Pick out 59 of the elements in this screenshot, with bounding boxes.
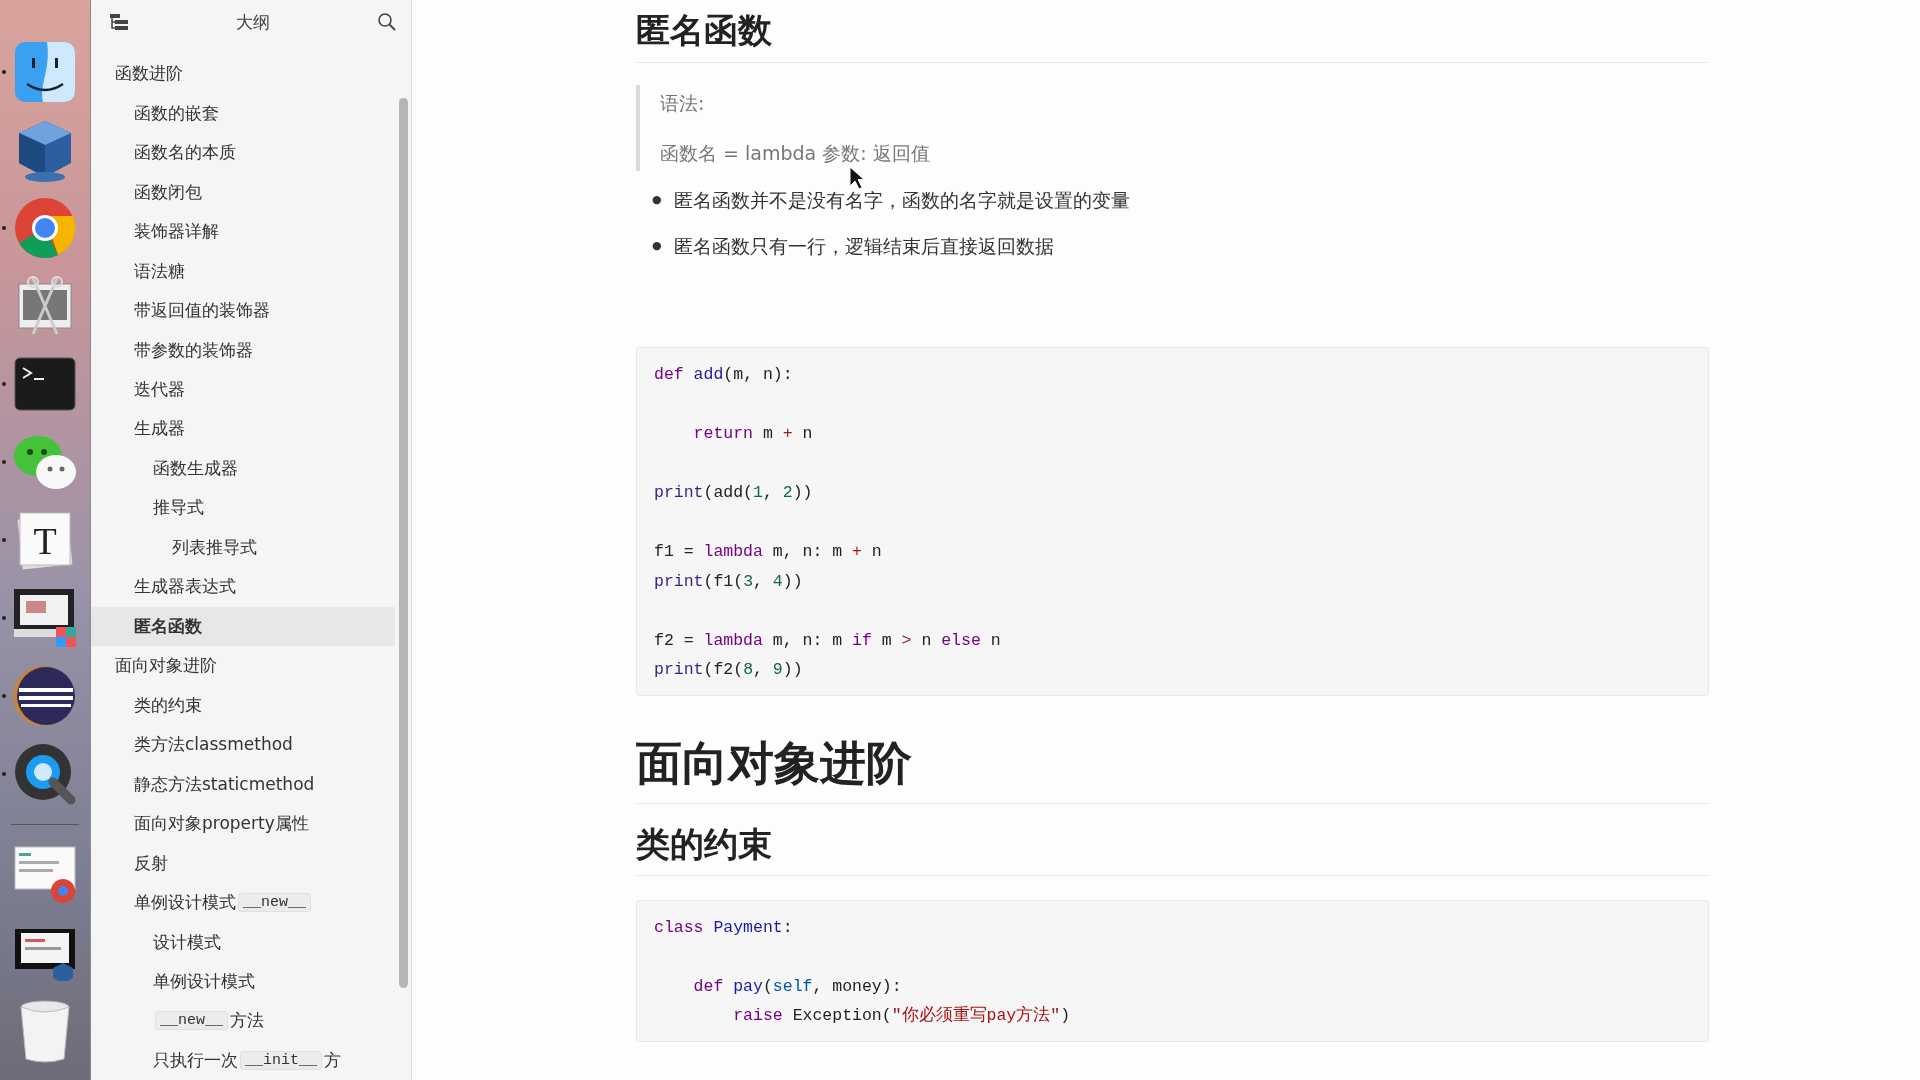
outline-item[interactable]: 类的约束 (91, 685, 395, 725)
outline-item[interactable]: 带参数的装饰器 (91, 330, 395, 370)
outline-item[interactable]: 面向对象进阶 (91, 646, 395, 686)
bullet-marker: ● (652, 192, 662, 209)
outline-item[interactable]: 迭代器 (91, 369, 395, 410)
trash-icon (19, 999, 71, 1063)
outline-item[interactable]: 单例设计模式 (91, 961, 395, 1002)
outline-item[interactable]: 单例设计模式 __new__ (91, 882, 395, 923)
outline-item[interactable]: 类方法classmethod (91, 724, 395, 765)
search-icon[interactable] (377, 12, 397, 32)
quote-text: 函数名 = lambda 参数: 返回值 (660, 141, 931, 167)
outline-item[interactable]: 装饰器详解 (91, 211, 395, 252)
paper-letter: T (33, 522, 57, 560)
code-line: def pay(self, money): (692, 975, 902, 998)
outline-item[interactable]: 语法糖 (91, 251, 395, 291)
code-line: f1 = lambda m, n: m + n (654, 541, 882, 564)
code-line: print(add(1, 2)) (654, 482, 813, 505)
sidebar-title: 大纲 (236, 10, 270, 34)
outline-item[interactable]: 生成器 (91, 409, 395, 449)
mouse-pointer-icon (849, 166, 865, 190)
smiling-face-icon (13, 40, 77, 104)
outline-item[interactable]: 设计模式 (91, 922, 395, 962)
outline-item[interactable]: 静态方法staticmethod (91, 764, 395, 804)
quote-text: 语法: (660, 91, 706, 117)
outline-item[interactable]: 函数进阶 (91, 54, 395, 94)
screenshot-icon (13, 845, 77, 905)
bullet-item: 匿名函数并不是没有名字，函数的名字就是设置的变量 (673, 188, 1130, 214)
outline-toggle-icon[interactable] (109, 13, 129, 31)
outline-item[interactable]: __new__ 方法 (91, 1001, 395, 1041)
outline-item[interactable]: 带返回值的装饰器 (91, 290, 395, 331)
striped-circle-icon (13, 664, 77, 728)
terminal-icon (13, 356, 77, 412)
outline-item[interactable]: 只执行一次 __init__ 方 (91, 1040, 395, 1080)
outline-item[interactable]: 列表推导式 (91, 527, 395, 568)
round-logo-icon (13, 196, 77, 260)
outline-item[interactable]: 匿名函数 (91, 606, 395, 647)
outline-item[interactable]: 函数名的本质 (91, 132, 395, 173)
bullet-marker: ● (652, 238, 662, 255)
outline-item[interactable]: 反射 (91, 843, 395, 883)
code-line: raise Exception("你必须重写pay方法") (732, 1005, 1071, 1028)
scrollbar-thumb[interactable] (398, 98, 408, 988)
code-line: f2 = lambda m, n: m if m > n else n (654, 629, 1001, 652)
section-heading: 匿名函数 (636, 8, 1709, 64)
section-heading: 面向对象进阶 (636, 733, 1709, 805)
code-line: return m + n (692, 423, 813, 446)
q-shaped-circle-icon (13, 742, 77, 806)
bullet-item: 匿名函数只有一行，逻辑结束后直接返回数据 (673, 234, 1054, 260)
outline-item[interactable]: 函数闭包 (91, 172, 395, 212)
monitor-icon (12, 587, 78, 649)
outline-item[interactable]: 函数的嵌套 (91, 93, 395, 133)
code-line: print(f1(3, 4)) (654, 570, 803, 593)
code-line: class Payment: (654, 916, 793, 939)
outline-item[interactable]: 推导式 (91, 488, 395, 528)
outline-item[interactable]: 函数生成器 (91, 448, 395, 489)
code-line: print(f2(8, 9)) (654, 659, 803, 682)
subsection-heading: 类的约束 (636, 822, 1709, 876)
code-line: def add(m, n): (654, 364, 793, 387)
outline-item[interactable]: 面向对象property属性 (91, 803, 395, 844)
outline-item[interactable]: 生成器表达式 (91, 567, 395, 607)
